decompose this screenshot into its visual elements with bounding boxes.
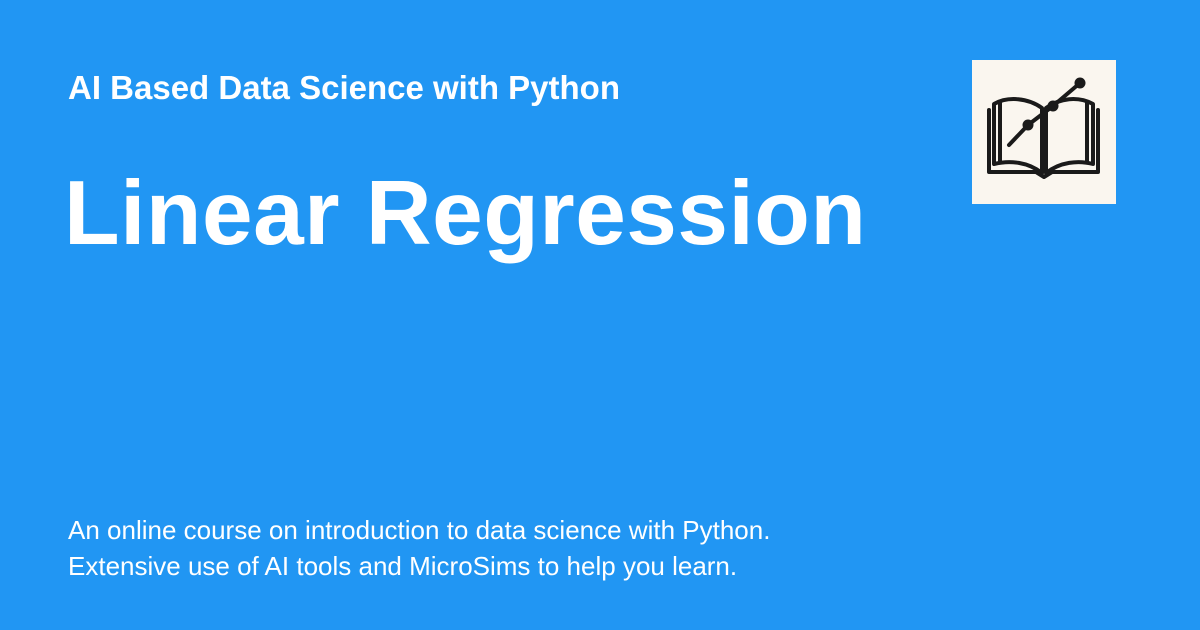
site-name: AI Based Data Science with Python [68, 69, 620, 106]
course-description: An online course on introduction to data… [68, 512, 770, 584]
open-book-with-trend-line-icon [987, 77, 1100, 179]
course-logo [972, 60, 1116, 204]
description-line: Extensive use of AI tools and MicroSims … [68, 551, 738, 581]
description-line: An online course on introduction to data… [68, 515, 771, 545]
page-title: Linear Regression [64, 163, 867, 264]
